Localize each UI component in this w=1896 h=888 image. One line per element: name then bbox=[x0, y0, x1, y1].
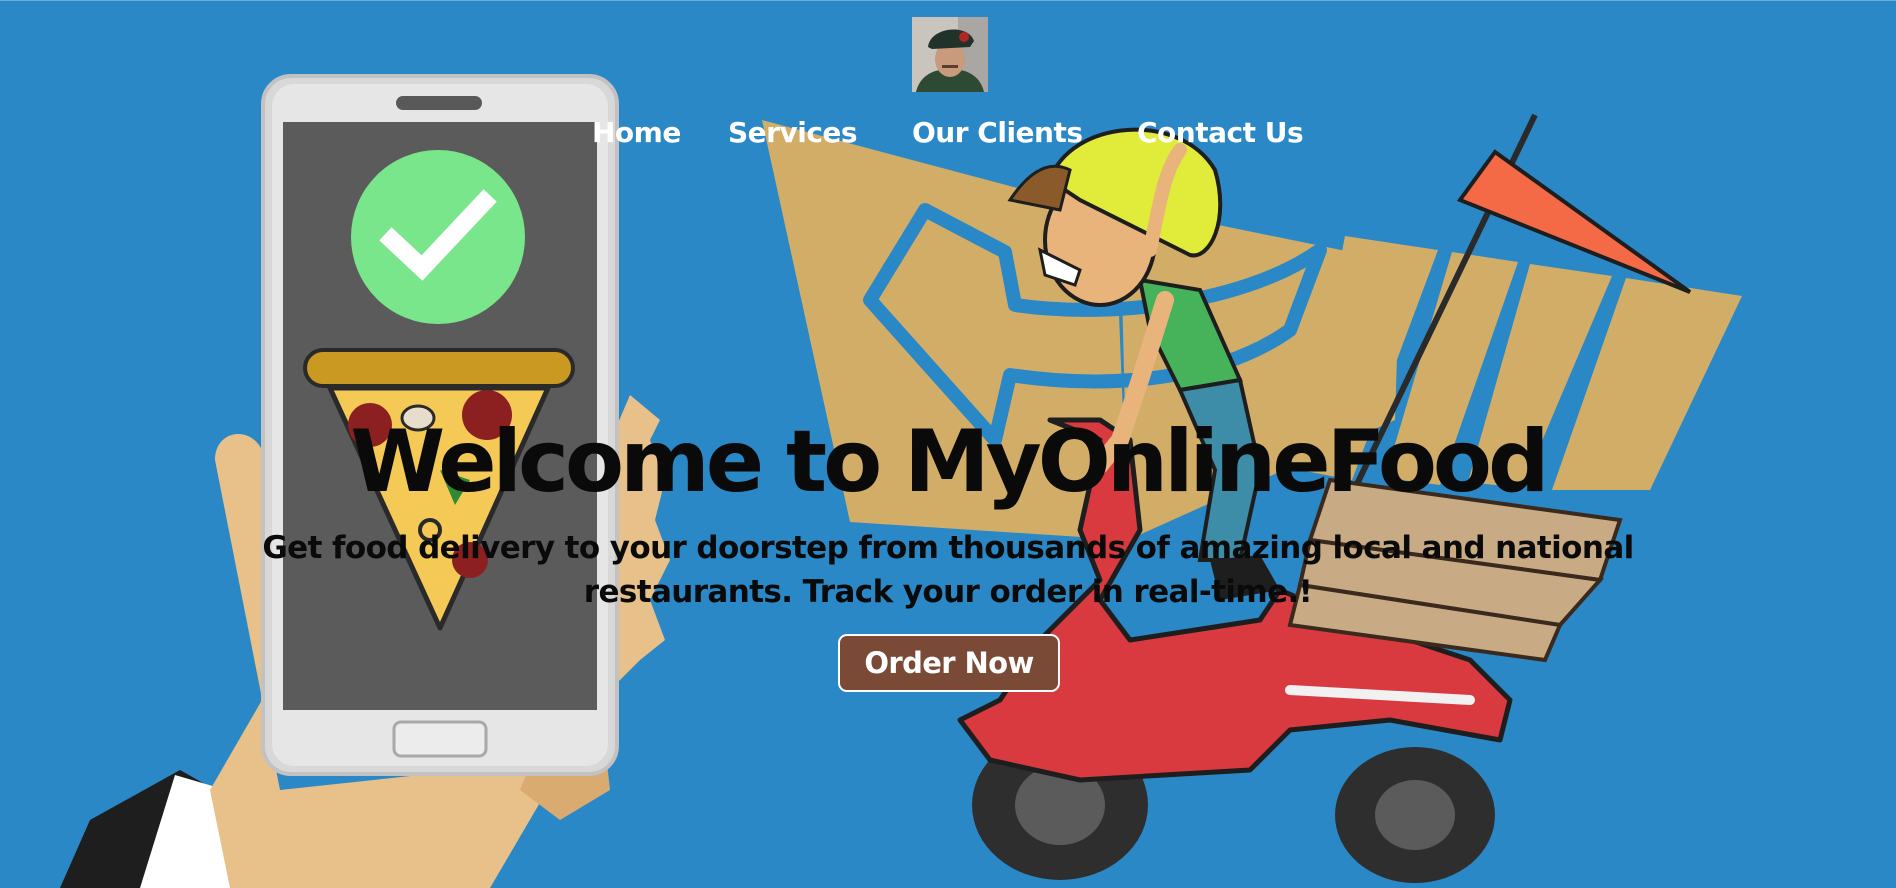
hero-title: Welcome to MyOnlineFood bbox=[350, 412, 1549, 512]
nav-services-link[interactable]: Services bbox=[728, 116, 858, 149]
avatar bbox=[912, 17, 988, 92]
nav-contact-us-link[interactable]: Contact Us bbox=[1137, 116, 1304, 149]
nav-home-link[interactable]: Home bbox=[592, 116, 681, 149]
main-nav: Home Services Our Clients Contact Us bbox=[0, 112, 1896, 162]
avatar-photo bbox=[912, 17, 988, 92]
check-icon bbox=[351, 150, 525, 324]
order-now-button[interactable]: Order Now bbox=[838, 634, 1060, 692]
hero-subtitle: Get food delivery to your doorstep from … bbox=[262, 530, 1634, 610]
nav-our-clients-link[interactable]: Our Clients bbox=[912, 116, 1083, 149]
